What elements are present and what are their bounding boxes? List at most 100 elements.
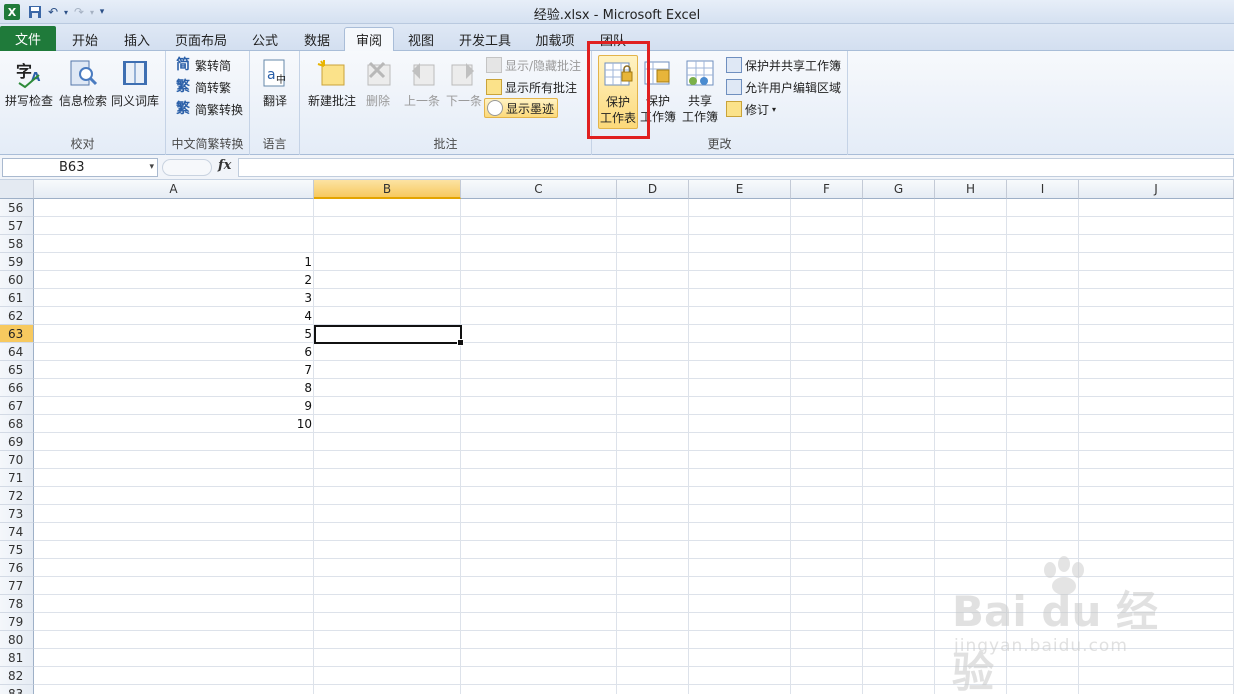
column-header-d[interactable]: D (617, 180, 689, 199)
row-header-83[interactable]: 83 (0, 685, 34, 694)
group-label-proofing: 校对 (70, 137, 95, 151)
row-header-69[interactable]: 69 (0, 433, 34, 451)
tab-formulas[interactable]: 公式 (240, 27, 290, 51)
name-box-dropdown-icon[interactable]: ▾ (149, 159, 154, 176)
row-header-64[interactable]: 64 (0, 343, 34, 361)
row-header-68[interactable]: 68 (0, 415, 34, 433)
column-header-g[interactable]: G (863, 180, 935, 199)
row-header-67[interactable]: 67 (0, 397, 34, 415)
to-traditional-button[interactable]: 繁 简转繁 (176, 77, 231, 97)
row-header-57[interactable]: 57 (0, 217, 34, 235)
tab-review[interactable]: 审阅 (344, 27, 394, 51)
group-label-chinese-conversion: 中文简繁转换 (171, 137, 244, 151)
row-header-82[interactable]: 82 (0, 667, 34, 685)
cell-a62[interactable]: 4 (34, 307, 312, 325)
thesaurus-button[interactable]: 同义词库 (110, 55, 160, 127)
cell-a67[interactable]: 9 (34, 397, 312, 415)
row-header-66[interactable]: 66 (0, 379, 34, 397)
row-header-77[interactable]: 77 (0, 577, 34, 595)
row-header-72[interactable]: 72 (0, 487, 34, 505)
show-all-comments-icon (486, 79, 502, 95)
select-all-corner[interactable] (0, 180, 34, 199)
row-header-65[interactable]: 65 (0, 361, 34, 379)
tab-insert[interactable]: 插入 (112, 27, 162, 51)
row-header-78[interactable]: 78 (0, 595, 34, 613)
column-header-f[interactable]: F (791, 180, 863, 199)
tab-file[interactable]: 文件 (0, 26, 56, 51)
cell-a65[interactable]: 7 (34, 361, 312, 379)
tab-addins[interactable]: 加载项 (524, 27, 586, 51)
cell-a66[interactable]: 8 (34, 379, 312, 397)
cell-a60[interactable]: 2 (34, 271, 312, 289)
delete-comment-button[interactable]: 删除 (356, 55, 400, 127)
translate-button[interactable]: a中 翻译 (250, 55, 300, 127)
column-header-j[interactable]: J (1079, 180, 1234, 199)
row-header-75[interactable]: 75 (0, 541, 34, 559)
cell-a59[interactable]: 1 (34, 253, 312, 271)
cell-a64[interactable]: 6 (34, 343, 312, 361)
tab-data[interactable]: 数据 (292, 27, 342, 51)
row-header-58[interactable]: 58 (0, 235, 34, 253)
column-header-e[interactable]: E (689, 180, 791, 199)
row-header-62[interactable]: 62 (0, 307, 34, 325)
previous-comment-button[interactable]: 上一条 (400, 55, 444, 127)
group-chinese-conversion: 简 繁转简 繁 简转繁 繁 简繁转换 中文简繁转换 (166, 51, 250, 155)
research-button[interactable]: 信息检索 (58, 55, 108, 127)
column-header-c[interactable]: C (461, 180, 617, 199)
track-changes-button[interactable]: 修订 ▾ (726, 99, 776, 119)
row-gridline (34, 504, 1234, 505)
tab-developer[interactable]: 开发工具 (448, 27, 522, 51)
formula-input[interactable] (238, 158, 1234, 177)
show-ink-button[interactable]: 显示墨迹 (484, 98, 559, 118)
protect-and-share-button[interactable]: 保护并共享工作簿 (726, 55, 841, 75)
column-header-i[interactable]: I (1007, 180, 1079, 199)
row-header-63[interactable]: 63 (0, 325, 34, 343)
svg-text:中: 中 (276, 73, 286, 86)
row-header-74[interactable]: 74 (0, 523, 34, 541)
row-header-73[interactable]: 73 (0, 505, 34, 523)
ribbon: 字A 拼写检查 信息检索 同义词库 校对 简 繁转简 繁 简转繁 繁 简繁转换 … (0, 41, 1234, 155)
tab-home[interactable]: 开始 (60, 27, 110, 51)
show-hide-comment-icon (486, 57, 502, 73)
research-icon (70, 60, 98, 86)
row-header-79[interactable]: 79 (0, 613, 34, 631)
row-header-76[interactable]: 76 (0, 559, 34, 577)
name-box[interactable]: B63 ▾ (2, 158, 158, 177)
formula-bar: B63 ▾ fx (0, 155, 1234, 180)
row-header-80[interactable]: 80 (0, 631, 34, 649)
active-cell[interactable] (314, 325, 464, 346)
insert-function-icon[interactable]: fx (218, 158, 231, 173)
column-header-a[interactable]: A (34, 180, 314, 199)
column-header-h[interactable]: H (935, 180, 1007, 199)
cell-a63[interactable]: 5 (34, 325, 312, 343)
delete-comment-icon (367, 61, 391, 86)
spelling-icon: 字A (16, 62, 41, 89)
cell-a68[interactable]: 10 (34, 415, 312, 433)
convert-button[interactable]: 繁 简繁转换 (176, 99, 243, 119)
row-header-60[interactable]: 60 (0, 271, 34, 289)
row-header-71[interactable]: 71 (0, 469, 34, 487)
title-bar: X ↶ ▾ ↷ ▾ ▾ 经验.xlsx - Microsoft Excel (0, 0, 1234, 24)
spelling-button[interactable]: 字A 拼写检查 (4, 55, 54, 127)
new-comment-button[interactable]: 新建批注 (306, 55, 358, 127)
row-header-70[interactable]: 70 (0, 451, 34, 469)
show-hide-comment-button[interactable]: 显示/隐藏批注 (486, 55, 581, 75)
row-header-81[interactable]: 81 (0, 649, 34, 667)
row-header-59[interactable]: 59 (0, 253, 34, 271)
previous-comment-icon (412, 63, 435, 86)
row-header-56[interactable]: 56 (0, 199, 34, 217)
allow-edit-ranges-icon (726, 79, 742, 95)
tab-page-layout[interactable]: 页面布局 (164, 27, 238, 51)
to-simplified-button[interactable]: 简 繁转简 (176, 55, 231, 75)
cell-a61[interactable]: 3 (34, 289, 312, 307)
allow-edit-ranges-button[interactable]: 允许用户编辑区域 (726, 77, 841, 97)
protect-and-share-icon (726, 57, 742, 73)
column-header-b[interactable]: B (314, 180, 461, 199)
show-all-comments-button[interactable]: 显示所有批注 (486, 77, 577, 97)
share-workbook-button[interactable]: 共享 工作簿 (680, 55, 720, 127)
row-gridline (34, 216, 1234, 217)
tab-view[interactable]: 视图 (396, 27, 446, 51)
column-gridline (862, 199, 863, 694)
row-header-61[interactable]: 61 (0, 289, 34, 307)
next-comment-button[interactable]: 下一条 (442, 55, 486, 127)
